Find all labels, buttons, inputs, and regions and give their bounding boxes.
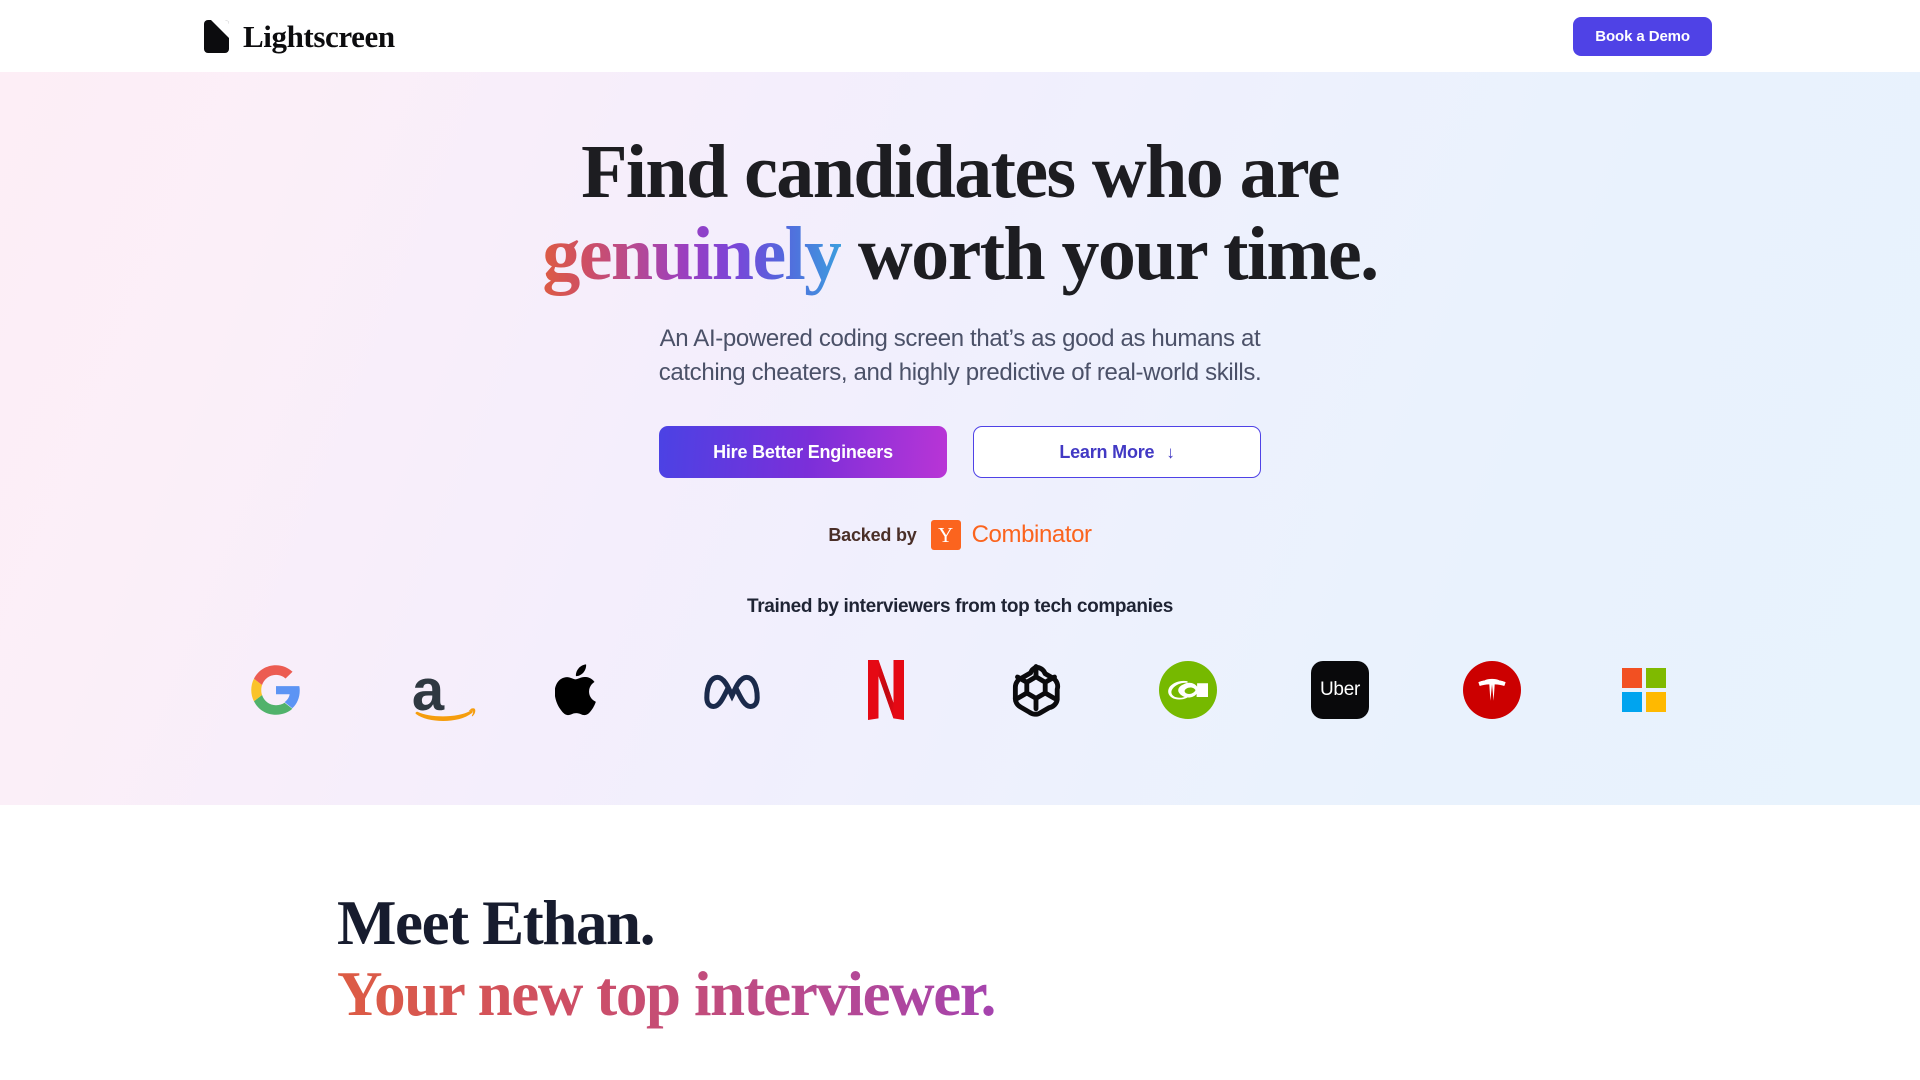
- nvidia-logo-icon: [1159, 661, 1217, 720]
- trained-by-label: Trained by interviewers from top tech co…: [747, 596, 1173, 618]
- logo-item-google: [237, 651, 315, 729]
- company-logo-strip: a Uber: [0, 647, 1920, 733]
- hire-better-engineers-button[interactable]: Hire Better Engineers: [659, 426, 947, 479]
- uber-wordmark: Uber: [1320, 679, 1360, 701]
- meet-title-line-2: Your new top interviewer.: [337, 959, 1920, 1030]
- hero-cta-group: Hire Better Engineers Learn More ↓: [659, 426, 1261, 479]
- google-logo-icon: [251, 665, 300, 716]
- tesla-logo-icon: [1463, 661, 1521, 720]
- hero-subtitle-line-2: catching cheaters, and highly predictive…: [658, 359, 1262, 387]
- logo-item-uber: Uber: [1301, 651, 1379, 729]
- hero-subtitle-line-1: An AI-powered coding screen that’s as go…: [659, 325, 1261, 353]
- logo-item-nvidia: [1149, 651, 1227, 729]
- apple-logo-icon: [555, 664, 596, 716]
- openai-logo-icon: [1012, 664, 1061, 717]
- lightscreen-logo-icon: [204, 19, 229, 53]
- book-demo-button[interactable]: Book a Demo: [1573, 17, 1712, 56]
- learn-more-label: Learn More: [1059, 441, 1155, 462]
- meet-ethan-section: Meet Ethan. Your new top interviewer.: [0, 805, 1920, 1080]
- logo-item-apple: [541, 651, 619, 729]
- meet-section-title: Meet Ethan. Your new top interviewer.: [337, 888, 1920, 1029]
- logo-item-netflix: [845, 651, 923, 729]
- page-title: Find candidates who are genuinely worth …: [542, 130, 1379, 297]
- arrow-down-icon: ↓: [1166, 442, 1175, 462]
- meet-title-line-1: Meet Ethan.: [337, 888, 655, 958]
- logo-item-microsoft: [1605, 651, 1683, 729]
- logo-item-openai: [997, 651, 1075, 729]
- site-header: Lightscreen Book a Demo: [0, 0, 1920, 72]
- logo-item-meta: [693, 651, 771, 729]
- logo-item-tesla: [1453, 651, 1531, 729]
- hero-title-line-2-rest: worth your time.: [840, 212, 1379, 297]
- brand-logo-link[interactable]: Lightscreen: [204, 18, 395, 54]
- uber-logo-icon: Uber: [1311, 661, 1369, 720]
- hero-section: Find candidates who are genuinely worth …: [0, 72, 1920, 805]
- microsoft-logo-icon: [1622, 668, 1666, 713]
- hero-title-line-1: Find candidates who are: [581, 130, 1340, 214]
- backed-by-badge: Backed by Y Combinator: [828, 520, 1092, 551]
- y-combinator-wordmark: Combinator: [971, 521, 1092, 549]
- backed-by-label: Backed by: [828, 524, 917, 545]
- brand-name: Lightscreen: [243, 18, 395, 54]
- y-combinator-logo[interactable]: Y Combinator: [930, 520, 1092, 551]
- hero-subtitle: An AI-powered coding screen that’s as go…: [659, 322, 1262, 390]
- y-combinator-mark-icon: Y: [930, 520, 961, 551]
- meta-logo-icon: [704, 675, 760, 710]
- hero-title-accent-word: genuinely: [542, 212, 842, 297]
- logo-item-amazon: a: [389, 651, 476, 729]
- netflix-logo-icon: [868, 660, 904, 721]
- learn-more-button[interactable]: Learn More ↓: [973, 426, 1261, 479]
- amazon-logo-icon: a: [412, 661, 476, 722]
